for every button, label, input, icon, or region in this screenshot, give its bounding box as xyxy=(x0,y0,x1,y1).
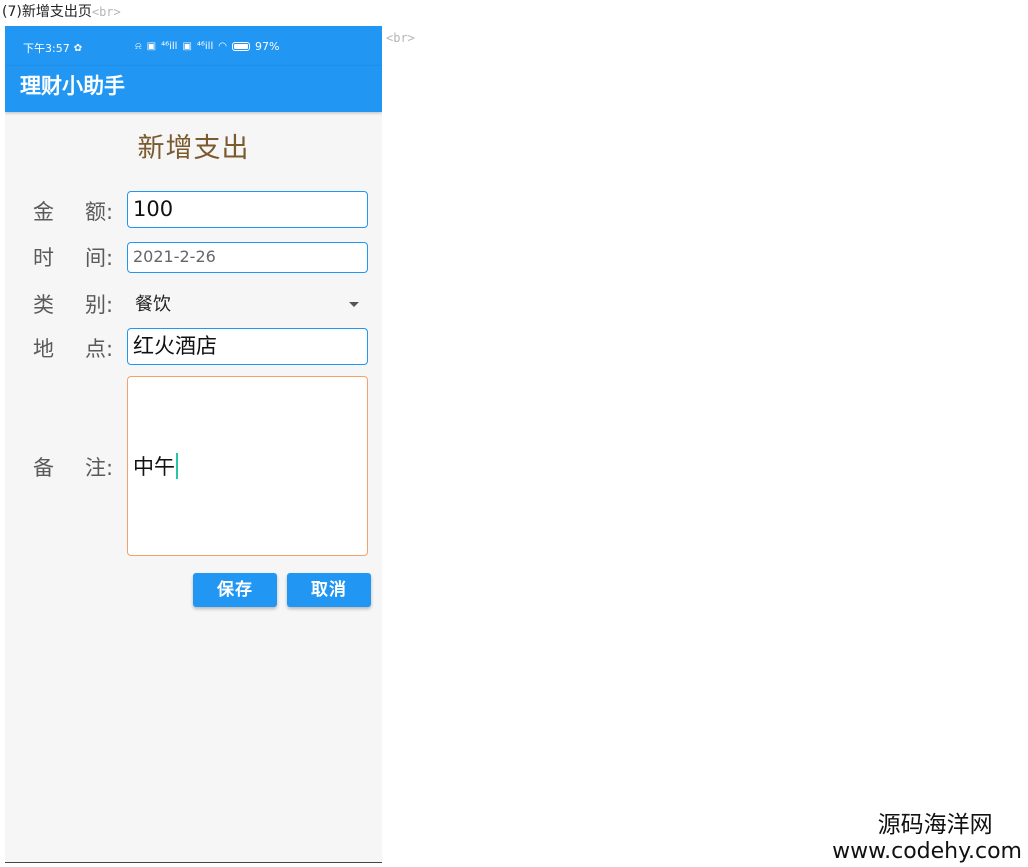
battery-level: 97% xyxy=(254,40,280,53)
status-right: ⍾ ▣ ⁴⁶ill ▣ ⁴⁶ill ◠ 97% xyxy=(135,40,279,53)
stray-br-tag: <br> xyxy=(386,31,415,45)
place-label: 地 点: xyxy=(33,333,125,363)
form-title: 新增支出 xyxy=(137,133,250,164)
note-label-1: 备 xyxy=(33,456,54,480)
gear-icon: ✿ xyxy=(73,42,83,54)
category-select[interactable]: 餐饮 xyxy=(127,290,359,320)
category-label: 类 别: xyxy=(33,289,125,319)
br-tag: <br> xyxy=(91,5,121,19)
signal-icon: ⁴⁶ill xyxy=(161,41,178,52)
status-time: 下午3:57 xyxy=(23,42,70,55)
phone-screen: 下午3:57 ✿ ⍾ ▣ ⁴⁶ill ▣ ⁴⁶ill ◠ 97% 理财小助手 新… xyxy=(5,26,382,863)
note-label-2: 注: xyxy=(85,456,114,480)
dropdown-arrow-icon xyxy=(349,302,359,307)
status-bar: 下午3:57 ✿ ⍾ ▣ ⁴⁶ill ▣ ⁴⁶ill ◠ 97% xyxy=(5,26,382,66)
date-label-2: 间: xyxy=(85,246,114,270)
signal-icon: ⁴⁶ill xyxy=(196,41,214,52)
category-selected-value: 餐饮 xyxy=(135,294,171,315)
save-button[interactable]: 保存 xyxy=(193,573,277,607)
app-title: 理财小助手 xyxy=(20,74,125,98)
hd-icon: ▣ xyxy=(146,41,157,52)
cancel-button[interactable]: 取消 xyxy=(287,573,371,607)
date-input[interactable]: 2021-2-26 xyxy=(127,242,368,273)
place-label-2: 点: xyxy=(85,337,114,361)
page-caption: (7)新增支出页<br> xyxy=(2,3,121,21)
date-label-1: 时 xyxy=(33,246,54,270)
place-label-1: 地 xyxy=(33,337,54,361)
caption-text: (7)新增支出页 xyxy=(2,4,92,20)
category-label-1: 类 xyxy=(33,293,54,317)
wifi-icon: ◠ xyxy=(218,41,227,52)
app-bar: 理财小助手 xyxy=(5,66,382,112)
site-watermark: 源码海洋网 www.codehy.com xyxy=(832,811,1022,865)
alarm-off-icon: ⍾ xyxy=(135,41,142,52)
amount-label-2: 额: xyxy=(85,200,114,224)
battery-icon xyxy=(231,42,250,51)
note-value: 中午 xyxy=(133,455,175,479)
date-label: 时 间: xyxy=(33,242,125,272)
amount-label-1: 金 xyxy=(33,200,54,224)
phone-bottom-edge xyxy=(5,862,382,863)
hd-icon: ▣ xyxy=(182,41,192,52)
watermark-url: www.codehy.com xyxy=(832,839,1022,864)
amount-label: 金 额: xyxy=(33,196,125,226)
note-textarea[interactable]: 中午 xyxy=(127,376,368,556)
place-input[interactable]: 红火酒店 xyxy=(127,328,368,365)
status-left: 下午3:57 ✿ xyxy=(23,40,82,56)
note-label: 备 注: xyxy=(33,452,125,482)
category-label-2: 别: xyxy=(85,293,114,317)
watermark-cn: 源码海洋网 xyxy=(877,812,993,838)
amount-input[interactable]: 100 xyxy=(127,191,368,228)
text-cursor xyxy=(176,453,178,479)
